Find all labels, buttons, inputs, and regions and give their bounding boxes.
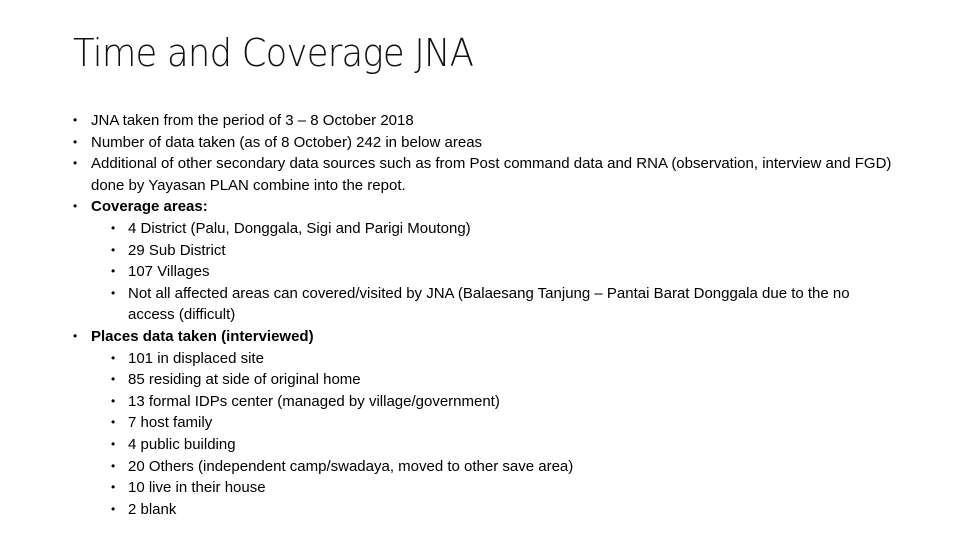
list-item: • Additional of other secondary data sour… <box>73 153 893 196</box>
list-item-text: 4 District (Palu, Donggala, Sigi and Par… <box>128 219 471 237</box>
bullet-icon: • <box>111 242 116 257</box>
list-item-text: 2 blank <box>128 500 177 518</box>
list-item-text: Additional of other secondary data sourc… <box>91 155 892 194</box>
list-item: • 4 District (Palu, Donggala, Sigi and Pa… <box>73 218 893 240</box>
list-item: • 85 residing at side of original home <box>73 369 893 391</box>
list-item: • 20 Others (independent camp/swadaya, mo… <box>73 456 893 478</box>
list-item-text: 4 public building <box>128 435 236 453</box>
list-item: • 7 host family <box>73 412 893 434</box>
bullet-icon: • <box>111 458 116 473</box>
list-item: • 13 formal IDPs center (managed by villa… <box>73 391 893 413</box>
list-item: • 107 Villages <box>73 261 893 283</box>
list-item: • 101 in displaced site <box>73 348 893 370</box>
list-item: • 4 public building <box>73 434 893 456</box>
list-item: • JNA taken from the period of 3 – 8 Octo… <box>73 110 893 132</box>
list-item-text: Not all affected areas can covered/visit… <box>128 284 850 324</box>
list-item-text: 29 Sub District <box>128 241 226 259</box>
bullet-icon: • <box>111 480 116 495</box>
bullet-icon: • <box>73 156 78 171</box>
list-item: • Number of data taken (as of 8 October) … <box>73 132 893 154</box>
list-item-text: 13 formal IDPs center (managed by villag… <box>128 392 500 410</box>
bullet-icon: • <box>111 415 116 430</box>
bullet-icon: • <box>73 328 78 343</box>
bullet-icon: • <box>111 393 116 408</box>
list-item-text: 20 Others (independent camp/swadaya, mov… <box>128 457 574 475</box>
slide-title: Time and Coverage JNA <box>73 31 474 75</box>
section-heading: Places data taken (interviewed) <box>91 327 314 345</box>
list-item-text: 85 residing at side of original home <box>128 371 361 389</box>
list-item-text: 10 live in their house <box>128 479 266 497</box>
list-item: • Not all affected areas can covered/visi… <box>73 283 893 326</box>
list-item-text: 101 in displaced site <box>128 349 264 367</box>
bullet-icon: • <box>111 501 116 516</box>
bullet-icon: • <box>111 350 116 365</box>
list-item: • Places data taken (interviewed) <box>73 326 893 348</box>
bullet-icon: • <box>111 264 116 279</box>
bullet-list: • JNA taken from the period of 3 – 8 Octo… <box>73 110 893 520</box>
bullet-icon: • <box>111 372 116 387</box>
bullet-icon: • <box>111 285 116 300</box>
section-heading: Coverage areas: <box>91 198 208 216</box>
bullet-icon: • <box>111 436 116 451</box>
bullet-icon: • <box>73 113 78 127</box>
list-item: • 10 live in their house <box>73 477 893 499</box>
list-item-text: 107 Villages <box>128 263 210 281</box>
bullet-icon: • <box>73 134 78 149</box>
list-item-text: Number of data taken (as of 8 October) 2… <box>91 133 483 151</box>
list-item: • 2 blank <box>73 499 893 521</box>
bullet-icon: • <box>111 220 116 235</box>
list-item-text: 7 host family <box>128 414 213 432</box>
bullet-icon: • <box>73 199 78 214</box>
list-item-text: JNA taken from the period of 3 – 8 Octob… <box>91 112 414 129</box>
list-item: • 29 Sub District <box>73 240 893 262</box>
list-item: • Coverage areas: <box>73 196 893 218</box>
